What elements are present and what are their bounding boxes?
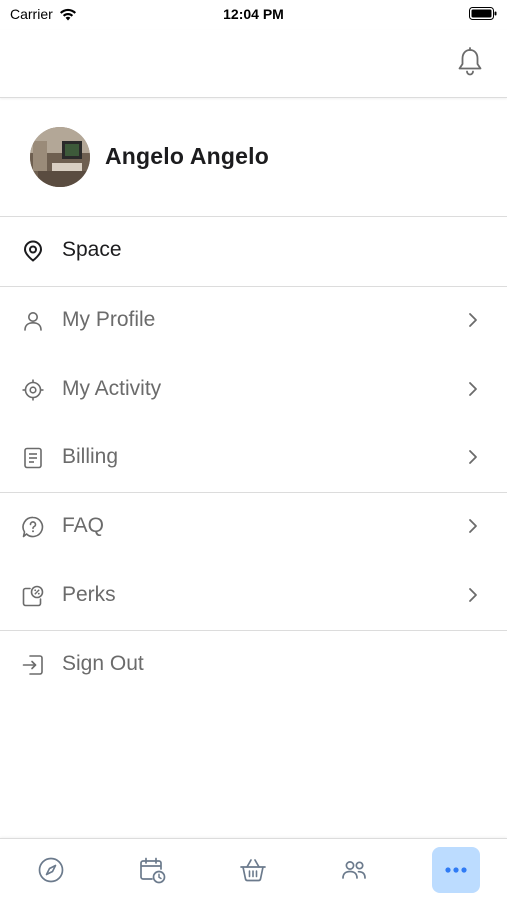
document-icon xyxy=(24,447,42,469)
bottom-tab-bar xyxy=(0,838,507,900)
chevron-right-icon xyxy=(469,450,477,464)
chevron-right-icon xyxy=(469,313,477,327)
basket-icon xyxy=(240,859,266,882)
chevron-right-icon xyxy=(469,588,477,602)
bell-icon[interactable] xyxy=(455,46,485,78)
tab-bookings[interactable] xyxy=(128,847,176,893)
profile-card[interactable]: Angelo Angelo xyxy=(0,99,507,217)
tab-more[interactable] xyxy=(432,847,480,893)
target-icon xyxy=(22,379,44,401)
tab-community[interactable] xyxy=(330,847,378,893)
status-bar: Carrier 12:04 PM xyxy=(0,0,507,30)
tab-shop[interactable] xyxy=(229,847,277,893)
chevron-right-icon xyxy=(469,382,477,396)
question-bubble-icon xyxy=(22,516,44,538)
user-icon xyxy=(24,312,42,331)
menu-label-billing: Billing xyxy=(62,445,119,468)
menu-item-faq[interactable]: FAQ xyxy=(0,493,507,561)
location-pin-icon xyxy=(23,240,43,262)
menu-item-space[interactable]: Space xyxy=(0,217,507,285)
top-header xyxy=(0,30,507,98)
tab-explore[interactable] xyxy=(27,847,75,893)
avatar xyxy=(30,127,90,187)
discount-tag-icon xyxy=(22,585,44,607)
battery-icon xyxy=(469,7,497,20)
menu-label-sign-out: Sign Out xyxy=(62,652,144,675)
menu-label-my-activity: My Activity xyxy=(62,377,162,400)
status-time: 12:04 PM xyxy=(223,6,284,22)
menu-label-perks: Perks xyxy=(62,583,116,606)
more-dots-icon xyxy=(445,867,467,873)
calendar-clock-icon xyxy=(140,857,166,884)
menu-label-faq: FAQ xyxy=(62,514,105,537)
menu-item-sign-out[interactable]: Sign Out xyxy=(0,631,507,699)
menu-label-my-profile: My Profile xyxy=(62,308,156,331)
menu-item-my-activity[interactable]: My Activity xyxy=(0,356,507,424)
menu-item-my-profile[interactable]: My Profile xyxy=(0,287,507,355)
chevron-right-icon xyxy=(469,519,477,533)
menu-item-perks[interactable]: Perks xyxy=(0,562,507,630)
menu-item-billing[interactable]: Billing xyxy=(0,424,507,492)
compass-icon xyxy=(38,857,64,883)
people-icon xyxy=(342,861,366,879)
user-name: Angelo Angelo xyxy=(105,143,270,169)
sign-out-icon xyxy=(22,655,43,675)
menu-label-space: Space xyxy=(62,238,122,261)
